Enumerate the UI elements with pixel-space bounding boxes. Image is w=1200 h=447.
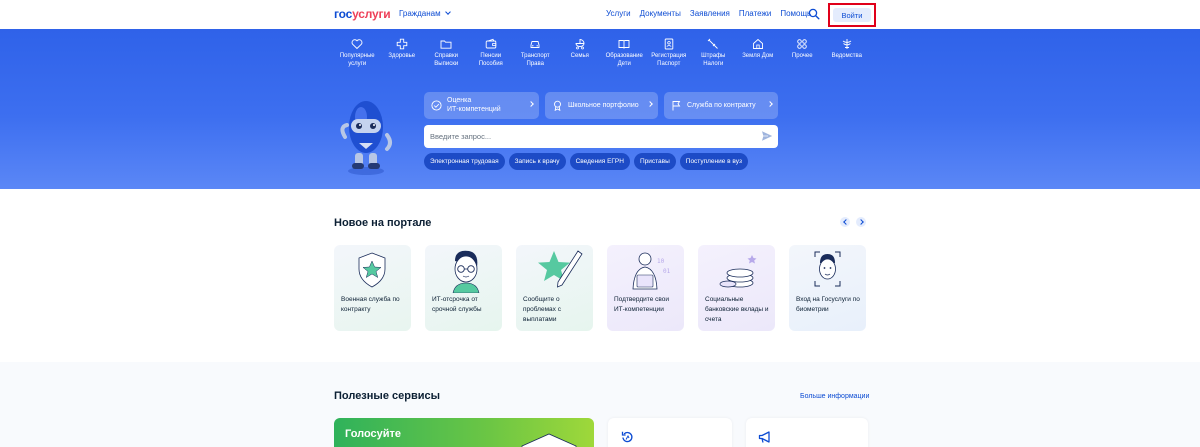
category-family[interactable]: Семья [558, 38, 603, 68]
person-glasses-icon [452, 250, 480, 293]
book-icon [618, 40, 630, 49]
grid-icon [797, 39, 807, 49]
search-input[interactable] [424, 125, 744, 148]
nav-link-applications[interactable]: Заявления [690, 9, 730, 18]
megaphone-icon [758, 431, 770, 443]
chevron-right-icon [647, 101, 653, 107]
news-card-bank-deposits[interactable]: Социальные банковские вклады и счета [698, 245, 775, 331]
star-pencil-icon [538, 250, 583, 288]
news-card-contract-service[interactable]: Военная служба по контракту [334, 245, 411, 331]
service-card-2[interactable] [746, 418, 868, 447]
category-education[interactable]: Образование Дети [602, 38, 647, 68]
vote-promo-card[interactable]: Голосуйте [334, 418, 594, 447]
category-popular[interactable]: Популярные услуги [335, 38, 380, 68]
quick-tile-school-portfolio[interactable]: Школьное портфолио [545, 92, 658, 119]
category-menu: Популярные услуги Здоровье Справки Выписки… [335, 38, 869, 68]
carousel-next-button[interactable] [856, 217, 866, 227]
search-icon[interactable] [808, 8, 820, 20]
svg-text:01: 01 [663, 268, 671, 275]
chip-doctor-appointment[interactable]: Запись к врачу [508, 153, 566, 170]
ballot-box-illustration [521, 433, 577, 447]
nav-link-payments[interactable]: Платежи [739, 9, 771, 18]
chevron-right-icon [528, 101, 534, 107]
chip-university-admission[interactable]: Поступление в вуз [679, 153, 748, 170]
nav-link-services[interactable]: Услуги [606, 9, 631, 18]
news-card-biometrics-login[interactable]: Вход на Госуслуги по биометрии [789, 245, 866, 331]
category-land-house[interactable]: Земля Дом [736, 38, 781, 68]
popular-requests: Электронная трудовая Запись к врачу Свед… [424, 153, 748, 170]
category-transport[interactable]: Транспорт Права [513, 38, 558, 68]
nav-link-help[interactable]: Помощь [780, 9, 811, 18]
category-agencies[interactable]: Ведомства [825, 38, 870, 68]
emblem-icon [842, 39, 852, 49]
section-title-services: Полезные сервисы [334, 390, 440, 402]
chevron-right-icon [767, 101, 773, 107]
top-header: госуслуги Гражданам Услуги Документы Зая… [0, 0, 1200, 29]
category-health[interactable]: Здоровье [380, 38, 425, 68]
robot-mascot-illustration [340, 101, 392, 175]
quick-tile-it-assessment[interactable]: Оценка ИТ-компетенций [424, 92, 539, 119]
send-arrow-icon[interactable] [761, 130, 773, 142]
gosuslugi-logo[interactable]: госуслуги [334, 7, 391, 21]
stroller-icon [575, 39, 585, 50]
news-card-it-deferment[interactable]: ИТ-отсрочка от срочной службы [425, 245, 502, 331]
face-scan-icon [814, 251, 841, 287]
news-cards: Военная служба по контракту ИТ-отсрочка … [334, 245, 866, 331]
chip-egrn-info[interactable]: Сведения ЕГРН [569, 153, 630, 170]
category-certificates[interactable]: Справки Выписки [424, 38, 469, 68]
service-card-1[interactable] [608, 418, 732, 447]
section-title-news: Новое на портале [334, 217, 432, 229]
quick-tile-contract-service[interactable]: Служба по контракту [664, 92, 778, 119]
news-card-payment-problems[interactable]: Сообщите о проблемах с выплатами [516, 245, 593, 331]
category-fines[interactable]: Штрафы Налоги [691, 38, 736, 68]
refresh-icon [621, 431, 633, 443]
medal-icon [554, 100, 561, 111]
house-icon [752, 38, 763, 49]
chip-bailiffs[interactable]: Приставы [633, 153, 676, 170]
svg-text:10: 10 [657, 258, 665, 265]
carousel-controls [840, 217, 866, 227]
nav-link-documents[interactable]: Документы [640, 9, 681, 18]
chevron-down-icon [444, 9, 451, 15]
coins-icon [719, 255, 757, 288]
car-icon [530, 41, 540, 48]
login-highlight-frame: Войти [828, 3, 876, 27]
login-button[interactable]: Войти [833, 8, 871, 22]
category-pensions[interactable]: Пенсии Пособия [469, 38, 514, 68]
wallet-icon [485, 38, 497, 49]
services-section-background [0, 362, 1200, 447]
hero-banner: Популярные услуги Здоровье Справки Выписки… [0, 29, 1200, 189]
check-circle-icon [431, 100, 442, 111]
more-info-link[interactable]: Больше информации [800, 393, 869, 400]
portal-search-box [424, 125, 778, 148]
flag-icon [672, 101, 681, 111]
heart-icon [351, 39, 363, 50]
folder-icon [440, 40, 452, 49]
category-other[interactable]: Прочее [780, 38, 825, 68]
category-registration[interactable]: Регистрация Паспорт [647, 38, 692, 68]
developer-icon: 10 01 [632, 252, 671, 290]
quick-tiles: Оценка ИТ-компетенций Школьное портфолио… [424, 92, 778, 119]
scales-icon [707, 38, 719, 49]
audience-selector[interactable]: Гражданам [399, 9, 451, 18]
top-nav: Услуги Документы Заявления Платежи Помощ… [606, 9, 811, 18]
news-card-it-competencies[interactable]: 10 01 Подтвердите свои ИТ-компетенции [607, 245, 684, 331]
medical-cross-icon [396, 38, 407, 50]
carousel-prev-button[interactable] [840, 217, 850, 227]
chip-electronic-workbook[interactable]: Электронная трудовая [424, 153, 505, 170]
passport-icon [664, 38, 673, 50]
shield-star-icon [358, 252, 386, 288]
